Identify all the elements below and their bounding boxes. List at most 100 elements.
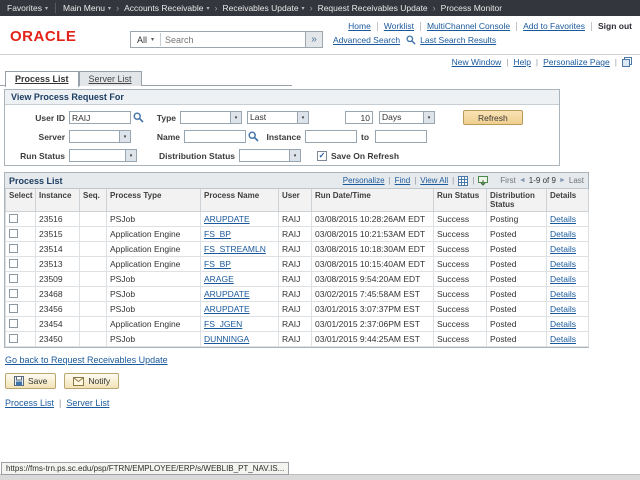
server-list-bottom-link[interactable]: Server List <box>66 398 109 408</box>
advanced-search-link[interactable]: Advanced Search <box>333 35 400 45</box>
row-select-checkbox[interactable] <box>9 229 18 238</box>
zoom-grid-icon[interactable] <box>458 176 468 186</box>
days-count-input[interactable] <box>345 111 373 124</box>
server-dropdown[interactable]: ▾ <box>69 130 131 143</box>
distribution-status-label: Distribution Status <box>137 151 235 161</box>
row-select-checkbox[interactable] <box>9 214 18 223</box>
cell-run-datetime: 03/02/2015 7:45:58AM EST <box>315 289 420 299</box>
column-header-run-status[interactable]: Run Status <box>434 189 487 212</box>
breadcrumb-item-process-monitor[interactable]: Process Monitor <box>441 3 502 13</box>
column-header-user[interactable]: User <box>279 189 312 212</box>
page-range: 1-9 of 9 <box>529 176 556 185</box>
search-go-button[interactable]: » <box>306 31 323 48</box>
save-on-refresh-checkbox[interactable]: ✓ <box>317 151 327 161</box>
sign-out-link[interactable]: Sign out <box>598 21 632 31</box>
column-header-process-type[interactable]: Process Type <box>107 189 201 212</box>
breadcrumb-item-receivables-update[interactable]: Receivables Update ▾ <box>222 3 304 13</box>
filter-row-1: User ID Type ▾ Last ▾ Days ▾ Refresh <box>9 110 559 125</box>
column-header-distribution-status[interactable]: Distribution Status <box>487 189 547 212</box>
filter-row-3: Run Status ▾ Distribution Status ▾ ✓ Sav… <box>9 148 559 163</box>
details-link[interactable]: Details <box>550 274 576 284</box>
breadcrumb-item-accounts-receivable[interactable]: Accounts Receivable ▾ <box>124 3 209 13</box>
cell-run-status: Success <box>437 244 469 254</box>
cell-process-name[interactable]: FS_BP <box>204 229 231 239</box>
details-link[interactable]: Details <box>550 319 576 329</box>
add-to-favorites-link[interactable]: Add to Favorites <box>523 21 585 31</box>
days-unit-dropdown[interactable]: Days ▾ <box>379 111 435 124</box>
instance-from-input[interactable] <box>305 130 357 143</box>
cell-process-name[interactable]: ARUPDATE <box>204 214 250 224</box>
details-link[interactable]: Details <box>550 259 576 269</box>
column-header-seq-[interactable]: Seq. <box>80 189 107 212</box>
download-icon[interactable] <box>478 176 488 186</box>
row-select-checkbox[interactable] <box>9 289 18 298</box>
cell-process-name[interactable]: FS_JGEN <box>204 319 242 329</box>
tab-server-list[interactable]: Server List <box>79 71 142 86</box>
next-page-icon[interactable]: ► <box>559 177 566 184</box>
go-back-link[interactable]: Go back to Request Receivables Update <box>5 355 168 365</box>
new-window-link[interactable]: New Window <box>452 57 502 67</box>
tab-process-list[interactable]: Process List <box>5 71 79 87</box>
row-select-checkbox[interactable] <box>9 244 18 253</box>
personalize-page-link[interactable]: Personalize Page <box>543 57 610 67</box>
run-status-value <box>70 150 125 161</box>
last-search-results-link[interactable]: Last Search Results <box>420 35 496 45</box>
cell-process-name[interactable]: FS_BP <box>204 259 231 269</box>
row-select-checkbox[interactable] <box>9 274 18 283</box>
cell-process-type: Application Engine <box>110 244 180 254</box>
save-button[interactable]: Save <box>5 373 56 389</box>
notify-button[interactable]: Notify <box>64 373 119 389</box>
details-link[interactable]: Details <box>550 334 576 344</box>
type-dropdown[interactable]: ▾ <box>180 111 242 124</box>
column-header-select[interactable]: Select <box>6 189 36 212</box>
last-dropdown[interactable]: Last ▾ <box>247 111 309 124</box>
cell-process-name[interactable]: FS_STREAMLN <box>204 244 266 254</box>
refresh-button[interactable]: Refresh <box>463 110 523 125</box>
cell-process-name[interactable]: DUNNINGA <box>204 334 249 344</box>
worklist-link[interactable]: Worklist <box>384 21 414 31</box>
last-page-link[interactable]: Last <box>569 176 584 185</box>
details-link[interactable]: Details <box>550 214 576 224</box>
cell-process-name[interactable]: ARUPDATE <box>204 289 250 299</box>
column-header-run-date-time[interactable]: Run Date/Time <box>312 189 434 212</box>
row-select-checkbox[interactable] <box>9 259 18 268</box>
row-select-checkbox[interactable] <box>9 304 18 313</box>
breadcrumb-item-request-receivables-update[interactable]: Request Receivables Update <box>318 3 428 13</box>
multichannel-console-link[interactable]: MultiChannel Console <box>427 21 510 31</box>
column-header-instance[interactable]: Instance <box>36 189 80 212</box>
row-select-checkbox[interactable] <box>9 334 18 343</box>
previous-page-icon[interactable]: ◄ <box>519 177 526 184</box>
distribution-status-dropdown[interactable]: ▾ <box>239 149 301 162</box>
details-link[interactable]: Details <box>550 229 576 239</box>
user-id-lookup-icon[interactable] <box>133 112 144 123</box>
user-id-input[interactable] <box>69 111 131 124</box>
search-scope-dropdown[interactable]: All ▾ <box>131 35 160 45</box>
details-link[interactable]: Details <box>550 289 576 299</box>
main-menu[interactable]: Main Menu ▾ <box>63 3 111 13</box>
cell-run-status: Success <box>437 289 469 299</box>
cell-process-name[interactable]: ARUPDATE <box>204 304 250 314</box>
first-page-link[interactable]: First <box>500 176 516 185</box>
home-link[interactable]: Home <box>348 21 371 31</box>
column-header-details[interactable]: Details <box>547 189 589 212</box>
details-link[interactable]: Details <box>550 304 576 314</box>
table-row: 23514Application EngineFS_STREAMLNRAIJ03… <box>6 242 589 257</box>
copy-url-icon[interactable] <box>622 57 632 67</box>
search-input[interactable] <box>161 35 305 45</box>
details-link[interactable]: Details <box>550 244 576 254</box>
column-header-process-name[interactable]: Process Name <box>201 189 279 212</box>
name-lookup-icon[interactable] <box>248 131 259 142</box>
personalize-link[interactable]: Personalize <box>343 176 385 185</box>
cell-process-name[interactable]: ARAGE <box>204 274 234 284</box>
help-link[interactable]: Help <box>513 57 530 67</box>
row-select-checkbox[interactable] <box>9 319 18 328</box>
cell-instance: 23516 <box>39 214 63 224</box>
view-all-link[interactable]: View All <box>420 176 448 185</box>
favorites-menu[interactable]: Favorites ▾ <box>7 3 48 13</box>
run-status-dropdown[interactable]: ▾ <box>69 149 137 162</box>
name-input[interactable] <box>184 130 246 143</box>
process-list-bottom-link[interactable]: Process List <box>5 398 54 408</box>
find-link[interactable]: Find <box>395 176 411 185</box>
table-header-row: SelectInstanceSeq.Process TypeProcess Na… <box>6 189 589 212</box>
instance-to-input[interactable] <box>375 130 427 143</box>
